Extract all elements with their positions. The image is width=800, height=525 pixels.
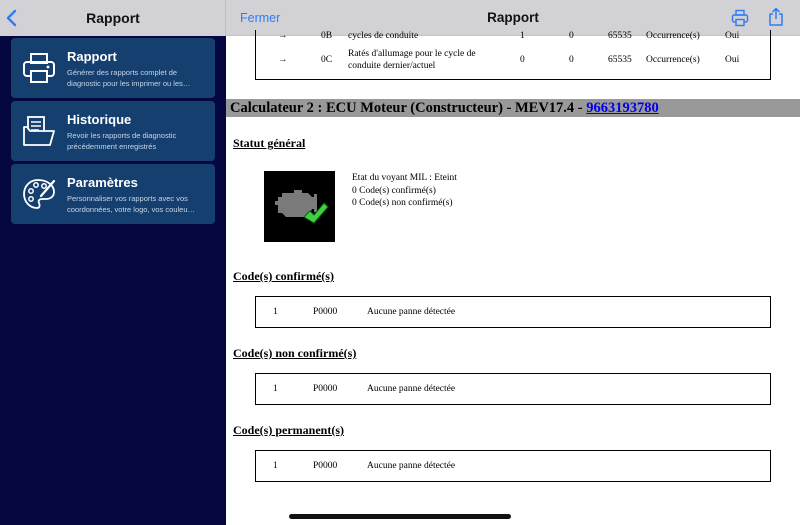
code-description: Aucune panne détectée xyxy=(367,307,456,317)
confirmed-count: 0 Code(s) confirmé(s) xyxy=(352,185,436,196)
ecu-heading: Calculateur 2 : ECU Moteur (Constructeur… xyxy=(226,99,800,117)
general-status-title: Statut général xyxy=(233,136,306,150)
code-number: 1 xyxy=(273,461,278,471)
occurrence-cell: Occurrence(s) xyxy=(646,31,700,41)
sidebar-header: Rapport xyxy=(0,0,226,36)
unconfirmed-codes-table: 1 P0000 Aucune panne détectée xyxy=(255,373,771,405)
value-cell: 65535 xyxy=(608,55,632,65)
sidebar-item-historique[interactable]: Historique Revoir les rapports de diagno… xyxy=(11,101,215,161)
sidebar-item-title: Rapport xyxy=(67,49,117,64)
code-number: 1 xyxy=(273,307,278,317)
share-icon[interactable] xyxy=(768,7,784,27)
description-cell: cycles de conduite xyxy=(348,31,419,41)
sidebar-item-parametres[interactable]: Paramètres Personnaliser vos rapports av… xyxy=(11,164,215,224)
sidebar-item-rapport[interactable]: Rapport Générer des rapports complet de … xyxy=(11,38,215,98)
unconfirmed-codes-title: Code(s) non confirmé(s) xyxy=(233,346,357,360)
confirmed-codes-title: Code(s) confirmé(s) xyxy=(233,269,334,283)
arrow-cell: → xyxy=(278,55,288,65)
code-id: P0000 xyxy=(313,461,338,471)
arrow-cell: → xyxy=(278,31,288,41)
code-description: Aucune panne détectée xyxy=(367,384,456,394)
value-cell: 0 xyxy=(520,55,525,65)
permanent-codes-title: Code(s) permanent(s) xyxy=(233,423,344,437)
sidebar-item-title: Historique xyxy=(67,112,132,127)
unconfirmed-count: 0 Code(s) non confirmé(s) xyxy=(352,198,453,208)
status-summary: Etat du voyant MIL : Eteint 0 Code(s) co… xyxy=(352,172,457,210)
flag-cell: Oui xyxy=(725,55,740,65)
engine-ok-icon xyxy=(264,171,335,242)
value-cell: 0 xyxy=(569,31,574,41)
permanent-codes-table: 1 P0000 Aucune panne détectée xyxy=(255,450,771,482)
code-cell: 0B xyxy=(321,31,333,41)
print-icon[interactable] xyxy=(731,9,749,27)
code-id: P0000 xyxy=(313,307,338,317)
description-cell: Ratés d'allumage pour le cycle de condui… xyxy=(348,49,476,71)
occurrence-cell: Occurrence(s) xyxy=(646,55,700,65)
sidebar: Rapport Rapport Générer des rapports com… xyxy=(0,0,226,525)
value-cell: 65535 xyxy=(608,31,632,41)
code-number: 1 xyxy=(273,384,278,394)
flag-cell: Oui xyxy=(725,31,740,41)
code-cell: 0C xyxy=(321,55,333,65)
value-cell: 0 xyxy=(569,55,574,65)
sidebar-item-description: Générer des rapports complet de diagnost… xyxy=(67,68,191,88)
sidebar-title: Rapport xyxy=(86,10,140,26)
sidebar-item-description: Personnaliser vos rapports avec vos coor… xyxy=(67,194,195,214)
value-cell: 1 xyxy=(520,31,525,41)
ecu-heading-text: Calculateur 2 : ECU Moteur (Constructeur… xyxy=(230,100,587,116)
palette-icon xyxy=(23,179,56,209)
history-folder-icon xyxy=(23,116,55,146)
report-document: → 0B cycles de conduite 1 0 65535 Occurr… xyxy=(226,30,800,525)
printer-icon xyxy=(23,53,55,83)
readiness-table: → 0B cycles de conduite 1 0 65535 Occurr… xyxy=(255,30,771,80)
sidebar-item-description: Revoir les rapports de diagnostic précéd… xyxy=(67,131,177,151)
mil-status: Etat du voyant MIL : Eteint xyxy=(352,173,457,183)
code-description: Aucune panne détectée xyxy=(367,461,456,471)
sidebar-item-title: Paramètres xyxy=(67,175,138,190)
home-indicator[interactable] xyxy=(289,514,511,519)
confirmed-codes-table: 1 P0000 Aucune panne détectée xyxy=(255,296,771,328)
code-id: P0000 xyxy=(313,384,338,394)
ecu-part-number-link[interactable]: 9663193780 xyxy=(586,100,659,116)
